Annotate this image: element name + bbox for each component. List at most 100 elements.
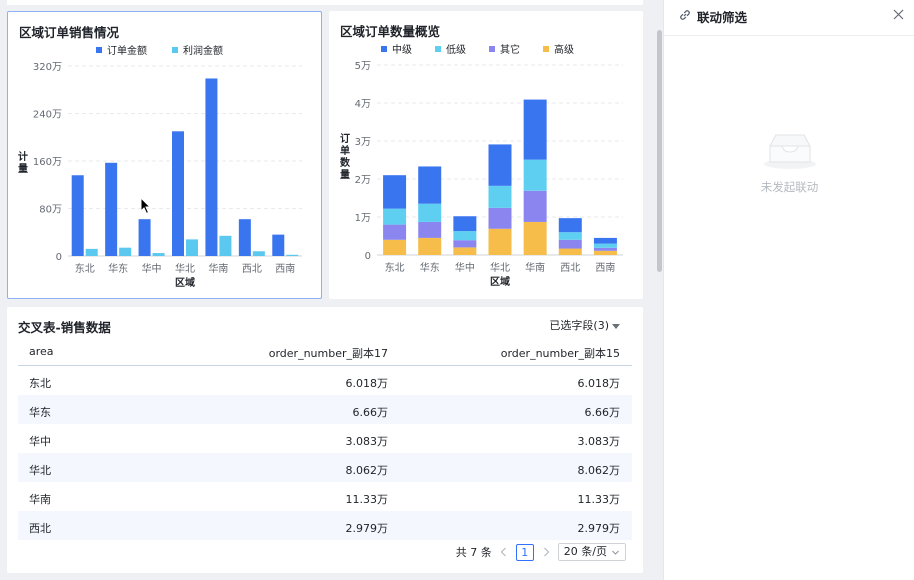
bar-segment-中级 xyxy=(383,175,407,209)
table-cell: 11.33万 xyxy=(577,493,621,506)
table-cell: 3.083万 xyxy=(345,435,389,448)
bar-segment-中级 xyxy=(453,216,477,232)
pagination: 共 7 条 1 20 条/页 xyxy=(456,543,626,561)
x-tick-label: 华北 xyxy=(175,262,195,275)
x-tick-label: 华南 xyxy=(525,261,545,274)
bar-利润金额 xyxy=(219,235,232,256)
bar-segment-低级 xyxy=(453,231,477,241)
bar-segment-中级 xyxy=(488,144,512,186)
legend-label: 中级 xyxy=(392,43,412,56)
chevron-right-icon[interactable] xyxy=(540,546,552,558)
total-count: 共 7 条 xyxy=(455,546,492,559)
y-axis-label: 计量 xyxy=(18,150,28,175)
bar-segment-其它 xyxy=(523,190,547,222)
cross-table: area order_number_副本17 order_number_副本15… xyxy=(18,339,632,540)
table-row[interactable]: 华东 6.66万 6.66万 xyxy=(18,395,632,424)
legend-marker xyxy=(435,46,441,52)
bar-segment-其它 xyxy=(593,247,617,251)
bar-利润金额 xyxy=(186,239,198,256)
bar-segment-低级 xyxy=(383,208,407,225)
bar-segment-低级 xyxy=(593,243,617,248)
table-cell: 华南 xyxy=(29,493,51,506)
main-scrollbar-thumb[interactable] xyxy=(657,30,662,272)
bar-segment-高级 xyxy=(523,221,547,255)
bar-segment-低级 xyxy=(523,159,547,191)
table-row[interactable]: 华中 3.083万 3.083万 xyxy=(18,424,632,453)
x-tick-label: 华东 xyxy=(420,261,440,274)
bar-segment-其它 xyxy=(488,207,512,229)
column-header[interactable]: order_number_副本15 xyxy=(501,345,620,361)
legend-marker xyxy=(489,46,495,52)
bar-利润金额 xyxy=(85,248,98,256)
x-tick-label: 东北 xyxy=(75,262,95,275)
table-cell: 6.018万 xyxy=(345,377,389,390)
table-row[interactable]: 西北 2.979万 2.979万 xyxy=(18,511,632,540)
page-number-button[interactable]: 1 xyxy=(515,543,534,561)
y-tick-label: 0 xyxy=(365,251,371,262)
chevron-down-icon xyxy=(612,550,619,555)
column-header[interactable]: area xyxy=(29,345,54,358)
y-axis-label: 订单数量 xyxy=(340,132,351,181)
table-row[interactable]: 东北 6.018万 6.018万 xyxy=(18,366,632,395)
link-icon xyxy=(680,10,690,20)
legend-marker xyxy=(381,46,387,52)
x-tick-label: 华中 xyxy=(455,261,475,274)
selected-fields-label: 已选字段(3) xyxy=(549,319,609,332)
x-tick-label: 西北 xyxy=(242,263,262,275)
empty-inbox-icon xyxy=(764,134,816,169)
table-header-row: area order_number_副本17 order_number_副本15 xyxy=(18,339,632,366)
table-cell: 6.66万 xyxy=(352,406,389,419)
page-size-select[interactable]: 20 条/页 xyxy=(557,543,626,561)
bar-segment-高级 xyxy=(488,228,512,255)
bar-订单金额 xyxy=(272,234,285,256)
bar-segment-其它 xyxy=(558,239,582,249)
legend-label: 高级 xyxy=(554,43,574,56)
bar-segment-高级 xyxy=(558,248,582,255)
y-tick-label: 0 xyxy=(56,252,62,263)
x-tick-label: 华北 xyxy=(490,261,510,274)
table-cell: 华中 xyxy=(29,435,51,448)
table-cell: 2.979万 xyxy=(345,522,389,535)
x-tick-label: 华东 xyxy=(108,262,128,275)
bar-segment-中级 xyxy=(558,218,582,233)
bar-segment-高级 xyxy=(418,237,442,255)
y-tick-label: 5万 xyxy=(355,61,371,72)
y-tick-label: 3万 xyxy=(355,137,371,148)
y-tick-label: 2万 xyxy=(355,175,371,186)
x-axis-label: 区域 xyxy=(490,275,510,288)
y-tick-label: 80万 xyxy=(39,205,62,216)
empty-state-text: 未发起联动 xyxy=(760,180,819,194)
table-row[interactable]: 华南 11.33万 11.33万 xyxy=(18,482,632,511)
legend-marker xyxy=(543,46,549,52)
bar-订单金额 xyxy=(238,219,251,256)
cross-table-card: 交叉表-销售数据 已选字段(3) area order_number_副本17 … xyxy=(7,307,643,573)
table-cell: 华东 xyxy=(29,406,51,419)
bar-segment-高级 xyxy=(383,239,407,255)
close-icon[interactable] xyxy=(892,8,905,21)
legend-marker xyxy=(96,47,102,53)
table-cell: 8.062万 xyxy=(345,464,389,477)
page-size-label: 20 条/页 xyxy=(563,545,607,558)
previous-card-edge xyxy=(7,0,643,5)
bar-segment-中级 xyxy=(418,166,442,204)
bar-segment-其它 xyxy=(383,224,407,240)
bar-利润金额 xyxy=(252,251,265,256)
chart-card-regional-orders[interactable]: 区域订单数量概览 0 1万 2万 3万 4万 5万 订单数量 东北 华东 华中 华北 华南 西北 西南 区域… xyxy=(329,11,643,299)
y-tick-label: 240万 xyxy=(33,110,62,121)
x-tick-label: 西北 xyxy=(560,262,580,274)
table-cell: 6.66万 xyxy=(584,406,621,419)
selected-fields-dropdown[interactable]: 已选字段(3) xyxy=(549,317,620,333)
bar-segment-低级 xyxy=(488,185,512,208)
legend-label: 低级 xyxy=(446,43,466,56)
bar-segment-高级 xyxy=(593,250,617,255)
table-cell: 华北 xyxy=(29,464,51,477)
chart-card-regional-sales[interactable]: 区域订单销售情况 0 80万 160万 240万 320万 计量 东北 华东 华中 华北 华南 西北西… xyxy=(7,11,322,299)
column-header[interactable]: order_number_副本17 xyxy=(269,345,388,361)
table-row[interactable]: 华北 8.062万 8.062万 xyxy=(18,453,632,482)
table-cell: 东北 xyxy=(29,377,51,390)
bar-订单金额 xyxy=(138,219,151,256)
chevron-left-icon[interactable] xyxy=(498,546,510,558)
table-cell: 8.062万 xyxy=(577,464,621,477)
legend-label: 其它 xyxy=(500,43,520,56)
bar-segment-高级 xyxy=(453,247,477,255)
